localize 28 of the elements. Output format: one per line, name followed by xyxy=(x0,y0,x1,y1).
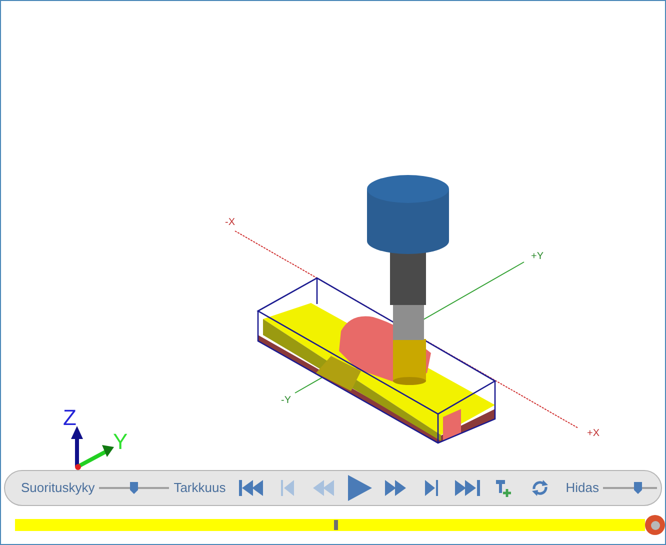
z-axis-arrow xyxy=(71,426,83,467)
fast-forward-icon xyxy=(384,480,407,496)
step-back-icon xyxy=(280,479,295,497)
position-marker[interactable] xyxy=(334,520,338,530)
slider-thumb[interactable] xyxy=(130,482,138,494)
axis-label: Z xyxy=(63,405,76,430)
slider-label: Hidas xyxy=(566,479,599,498)
slider-thumb[interactable] xyxy=(634,482,642,494)
slider[interactable] xyxy=(98,481,169,495)
skip-to-start-icon xyxy=(238,479,265,497)
timeline-track[interactable] xyxy=(15,519,645,531)
refresh-icon xyxy=(530,479,549,497)
axis-label: +X xyxy=(587,428,600,439)
step-forward-icon xyxy=(424,479,439,497)
slider[interactable] xyxy=(602,481,657,495)
axis-label: -X xyxy=(225,217,235,228)
rewind-icon xyxy=(312,480,335,496)
axis-label: Y xyxy=(113,429,128,454)
play-icon xyxy=(348,475,372,501)
slider-label: Tarkkuus xyxy=(174,479,226,498)
slider-label: Suorituskyky xyxy=(21,479,95,498)
tool-plus-icon xyxy=(494,478,513,498)
skip-to-end-icon xyxy=(454,479,481,497)
timeline-handle[interactable] xyxy=(645,515,665,535)
y-axis-arrow xyxy=(78,445,114,468)
origin-dot xyxy=(75,464,81,470)
axis-label: +Y xyxy=(531,251,544,262)
axis-label: -Y xyxy=(281,395,291,406)
